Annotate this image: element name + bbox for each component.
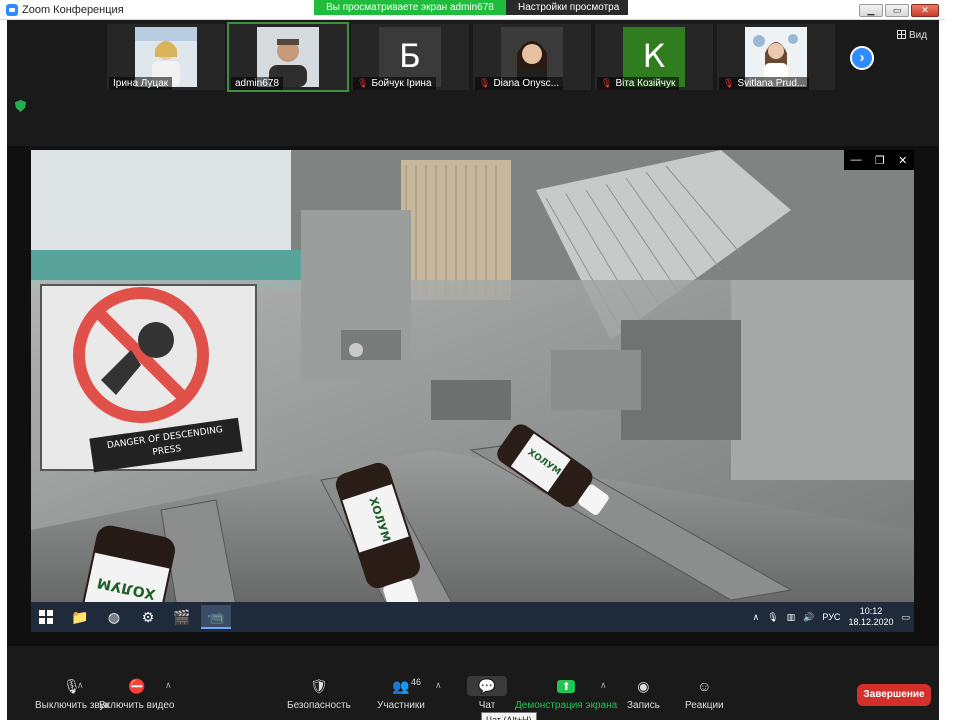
tray-time: 10:12 xyxy=(859,606,883,616)
shared-window-controls: — ❐ ✕ xyxy=(844,150,914,170)
tray-mic-icon: 🎙 xyxy=(767,611,779,622)
grid-view-icon xyxy=(897,30,906,39)
chat-button[interactable]: 💬 Чат xyxy=(467,676,507,711)
participant-name: Svitlana Prud... xyxy=(737,78,806,89)
zoom-taskbar-icon: 📹 xyxy=(201,605,231,629)
view-options-label: Настройки просмотра xyxy=(518,2,620,13)
mic-muted-icon: 🎙 xyxy=(723,78,735,88)
notification-icon: ▭ xyxy=(901,611,910,622)
audio-options-chevron-icon[interactable]: ∧ xyxy=(77,680,84,691)
title-bar: Zoom Конференция Вы просматриваете экран… xyxy=(0,0,945,27)
tray-date: 18.12.2020 xyxy=(848,617,894,627)
security-label: Безопасность xyxy=(287,700,351,711)
start-video-button[interactable]: ⛔ Включить видео xyxy=(99,676,175,712)
zoom-logo-icon xyxy=(6,4,18,16)
view-toggle[interactable]: Вид xyxy=(897,30,927,41)
reactions-button[interactable]: ☺ Реакции xyxy=(685,676,724,711)
restore-icon[interactable]: ❐ xyxy=(875,154,885,167)
participant-name: admin678 xyxy=(231,77,283,90)
chat-bubble-icon: 💬 xyxy=(467,676,507,696)
tray-volume-icon: 🔊 xyxy=(803,611,815,622)
participant-name-row: 🎙 Svitlana Prud... xyxy=(719,77,810,90)
record-icon: ◉ xyxy=(637,677,650,694)
participant-name-row: 🎙 Бойчук Ірина xyxy=(353,77,436,90)
mic-muted-icon: 🎙 xyxy=(601,78,613,88)
share-screen-label: Демонстрация экрана xyxy=(515,700,618,711)
maximize-button[interactable]: ▭ xyxy=(885,4,909,17)
shared-video-frame: DANGER OF DESCENDING PRESS ХОЛУМ ХОЛУМ Х… xyxy=(31,150,914,632)
meeting-toolbar: 🎙 Выключить звук ∧ ⛔ Включить видео ∧ 🛡 … xyxy=(7,668,939,720)
share-options-chevron-icon[interactable]: ∧ xyxy=(600,680,607,691)
start-video-label: Включить видео xyxy=(99,700,175,711)
participant-name: Віта Козійчук xyxy=(615,78,676,89)
participant-tile-active-speaker[interactable]: admin678 xyxy=(227,22,349,92)
chat-label: Чат xyxy=(478,700,496,711)
participant-tile[interactable]: 🎙 Diana Onysc... xyxy=(473,24,591,90)
tray-chevron-up-icon: ∧ xyxy=(752,611,760,622)
tray-network-icon: ▥ xyxy=(786,611,796,622)
chat-tooltip: Чат (Alt+H) xyxy=(481,712,537,720)
video-editor-icon: 🎬 xyxy=(173,609,191,625)
end-meeting-button[interactable]: Завершение xyxy=(857,684,931,706)
security-button[interactable]: 🛡 Безопасность xyxy=(287,676,351,712)
participants-label: Участники xyxy=(377,700,425,711)
record-button[interactable]: ◉ Запись xyxy=(627,676,660,712)
view-toggle-label: Вид xyxy=(909,30,928,41)
keyboard-language: РУС xyxy=(822,612,841,622)
reaction-emoji-icon: ☺ xyxy=(697,678,712,694)
participant-strip: Ірина Луцак admin678 Б 🎙 Бойчук Ірина 🎙 … xyxy=(7,20,939,92)
tray-clock: 10:12 18.12.2020 xyxy=(848,606,893,628)
encryption-shield-icon[interactable] xyxy=(15,100,26,112)
system-tray: ∧ 🎙 ▥ 🔊 РУС 10:12 18.12.2020 ▭ xyxy=(753,602,910,632)
shared-screen: DANGER OF DESCENDING PRESS ХОЛУМ ХОЛУМ Х… xyxy=(31,150,914,632)
participant-name-row: 🎙 Віта Козійчук xyxy=(597,77,680,90)
participant-name-row: 🎙 Diana Onysc... xyxy=(475,77,564,90)
participants-count: 46 xyxy=(411,677,422,687)
window-controls: ▁ ▭ ✕ xyxy=(859,4,939,17)
participant-tile[interactable]: Б 🎙 Бойчук Ірина xyxy=(351,24,469,90)
shared-taskbar: 📁 ◍ ⚙ 🎬 📹 ∧ 🎙 ▥ 🔊 РУС 10:12 18.12.2020 ▭ xyxy=(31,602,914,632)
view-options-button[interactable]: Настройки просмотра ▾ xyxy=(506,0,628,27)
participant-name: Бойчук Ірина xyxy=(371,78,432,89)
microphone-icon: 🎙 xyxy=(63,677,81,694)
window-title: Zoom Конференция xyxy=(22,4,124,16)
mute-label: Выключить звук xyxy=(35,700,109,711)
mic-muted-icon: 🎙 xyxy=(479,78,491,88)
participant-tile[interactable]: К 🎙 Віта Козійчук xyxy=(595,24,713,90)
settings-gear-icon: ⚙ xyxy=(141,609,155,625)
record-label: Запись xyxy=(627,700,660,711)
mute-button[interactable]: 🎙 Выключить звук xyxy=(35,676,109,712)
close-icon[interactable]: ✕ xyxy=(898,154,907,167)
windows-start-icon xyxy=(39,610,53,624)
page-edge xyxy=(939,20,960,720)
participant-name: Ірина Луцак xyxy=(109,77,173,90)
participants-options-chevron-icon[interactable]: ∧ xyxy=(435,680,442,691)
participant-tile[interactable]: Ірина Луцак xyxy=(107,24,225,90)
shared-screen-area: DANGER OF DESCENDING PRESS ХОЛУМ ХОЛУМ Х… xyxy=(7,146,939,646)
folder-icon: 📁 xyxy=(71,609,89,625)
mic-muted-icon: 🎙 xyxy=(357,78,369,88)
meeting-window: Ірина Луцак admin678 Б 🎙 Бойчук Ірина 🎙 … xyxy=(7,20,939,720)
video-options-chevron-icon[interactable]: ∧ xyxy=(165,680,172,691)
chrome-icon: ◍ xyxy=(107,609,121,625)
participant-name: Diana Onysc... xyxy=(493,78,560,89)
reactions-label: Реакции xyxy=(685,700,724,711)
close-button[interactable]: ✕ xyxy=(911,4,939,17)
minimize-button[interactable]: ▁ xyxy=(859,4,883,17)
video-off-icon: ⛔ xyxy=(128,677,146,694)
participants-button[interactable]: 👥 46 Участники xyxy=(377,676,425,711)
participant-tile[interactable]: 🎙 Svitlana Prud... xyxy=(717,24,835,90)
minimize-icon[interactable]: — xyxy=(851,154,862,166)
viewing-screen-banner: Вы просматриваете экран admin678 xyxy=(314,0,506,15)
next-page-arrow-icon[interactable]: › xyxy=(850,46,874,70)
security-shield-icon: 🛡 xyxy=(310,677,328,694)
